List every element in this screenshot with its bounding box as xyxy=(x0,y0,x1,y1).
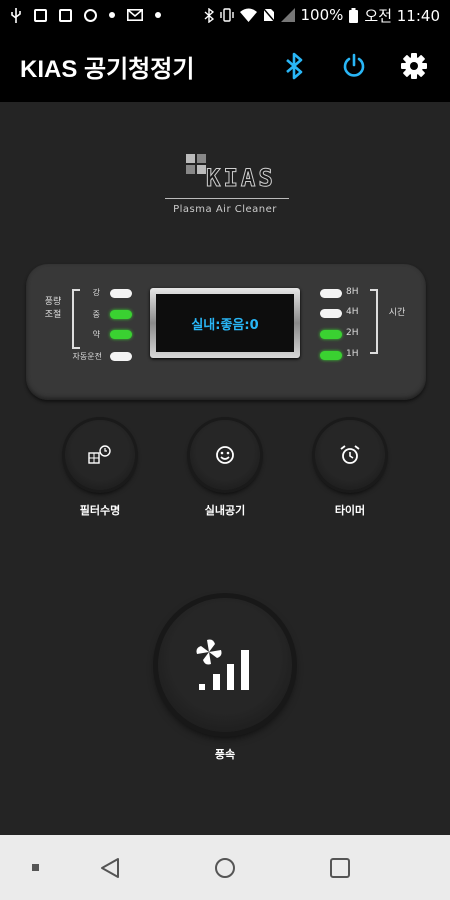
timer-label-1h: 1H xyxy=(346,349,359,359)
fan-speed-label: 풍속 xyxy=(214,748,236,761)
recent-dot-button[interactable] xyxy=(20,835,50,900)
led-airflow-low xyxy=(110,330,132,339)
gear-icon xyxy=(401,53,427,79)
image-icon xyxy=(59,8,72,22)
smiley-icon xyxy=(216,446,234,464)
airflow-bracket xyxy=(72,289,80,349)
clock: 오전 11:40 xyxy=(364,6,440,25)
signal-icon xyxy=(280,8,295,22)
indoor-air-label: 실내공기 xyxy=(204,504,246,517)
timer-label: 타이머 xyxy=(334,504,366,517)
app-title: KIAS 공기청정기 xyxy=(20,55,195,83)
filter-life-button[interactable] xyxy=(65,420,135,490)
logo-mark-icon xyxy=(186,154,206,174)
fan-speed-button[interactable] xyxy=(158,598,292,732)
airflow-label-mid: 중 xyxy=(92,310,100,319)
bluetooth-icon xyxy=(286,52,303,80)
battery-percent: 100% xyxy=(300,6,344,24)
timer-label-2h: 2H xyxy=(346,328,359,338)
led-airflow-high xyxy=(110,289,132,298)
alarm-clock-icon xyxy=(340,445,360,464)
filter-life-label: 필터수명 xyxy=(79,504,121,517)
app-bar: KIAS 공기청정기 xyxy=(0,30,450,102)
recent-dot-icon xyxy=(31,864,39,871)
main-content: KIAS Plasma Air Cleaner 풍량 조절 강 중 약 자동운전… xyxy=(0,102,450,835)
dot-icon xyxy=(109,12,115,18)
overview-button[interactable] xyxy=(320,835,360,900)
timer-label-8h: 8H xyxy=(346,287,359,297)
led-timer-4h xyxy=(320,309,342,318)
filter-clock-icon xyxy=(88,445,111,464)
control-panel: 풍량 조절 강 중 약 자동운전 실내:좋음:0 8H 4H 2H 1H 시간 xyxy=(26,264,426,400)
logo-divider xyxy=(165,198,289,199)
airflow-label-low: 약 xyxy=(92,330,100,339)
overview-icon xyxy=(330,857,350,878)
wifi-icon xyxy=(239,8,257,22)
bluetooth-status-icon xyxy=(204,7,214,23)
brand-logo: KIAS Plasma Air Cleaner xyxy=(160,152,290,222)
back-button[interactable] xyxy=(90,835,130,900)
sd-card-icon xyxy=(34,8,47,22)
watch-icon xyxy=(84,8,97,22)
led-auto-mode xyxy=(110,352,132,361)
led-timer-1h xyxy=(320,351,342,360)
indoor-air-button[interactable] xyxy=(190,420,260,490)
more-dots-icon xyxy=(155,12,161,18)
status-system: 100% 오전 11:40 xyxy=(204,5,440,26)
usb-icon xyxy=(11,7,21,23)
airflow-label-high: 강 xyxy=(92,288,100,297)
bluetooth-button[interactable] xyxy=(278,50,310,82)
timer-button[interactable] xyxy=(315,420,385,490)
back-icon xyxy=(101,857,119,878)
logo-tagline: Plasma Air Cleaner xyxy=(173,204,277,215)
led-airflow-mid xyxy=(110,310,132,319)
timer-bracket xyxy=(370,289,378,354)
home-icon xyxy=(215,857,235,878)
settings-button[interactable] xyxy=(398,50,430,82)
status-bar: 100% 오전 11:40 xyxy=(0,0,450,30)
time-label: 시간 xyxy=(388,308,406,318)
vibrate-icon xyxy=(219,8,234,22)
display-text: 실내:좋음:0 xyxy=(156,294,294,352)
timer-label-4h: 4H xyxy=(346,307,359,317)
power-button[interactable] xyxy=(338,50,370,82)
led-timer-2h xyxy=(320,330,342,339)
air-quality-display: 실내:좋음:0 xyxy=(150,288,300,358)
logo-wordmark: KIAS xyxy=(206,164,276,193)
no-sim-icon xyxy=(262,8,275,22)
battery-icon xyxy=(349,7,359,23)
led-timer-8h xyxy=(320,289,342,298)
auto-mode-label: 자동운전 xyxy=(72,352,102,361)
fan-speed-icon xyxy=(196,639,249,690)
power-icon xyxy=(343,53,365,77)
status-notifications xyxy=(10,7,161,23)
system-nav-bar xyxy=(0,835,450,900)
airflow-label: 풍량 조절 xyxy=(44,297,62,320)
home-button[interactable] xyxy=(205,835,245,900)
gmail-icon xyxy=(127,9,143,21)
